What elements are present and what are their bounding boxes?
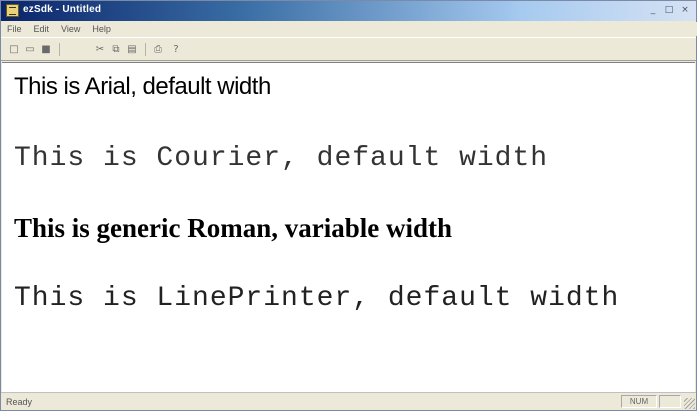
minimize-button[interactable]: _: [646, 4, 660, 17]
resize-grip-icon[interactable]: [684, 398, 695, 409]
document-canvas[interactable]: This is Arial, default width This is Cou…: [2, 62, 695, 392]
toolbar-separator: [59, 43, 60, 56]
help-icon[interactable]: ?: [169, 43, 183, 56]
window-controls: _ □ ×: [646, 4, 692, 18]
toolbar: □ ▭ ■ ✂ ⧉ ▤ ⎙ ?: [1, 37, 696, 61]
menu-help[interactable]: Help: [92, 24, 111, 34]
close-button[interactable]: ×: [678, 4, 692, 17]
status-panel-blank: [659, 395, 681, 408]
menu-bar: File Edit View Help: [1, 22, 697, 36]
status-bar: Ready NUM: [1, 392, 696, 410]
menu-edit[interactable]: Edit: [34, 24, 50, 34]
text-line-lineprinter: This is LinePrinter, default width: [14, 283, 620, 314]
menu-file[interactable]: File: [7, 24, 22, 34]
toolbar-separator: [145, 43, 146, 56]
open-folder-icon[interactable]: ▭: [23, 43, 37, 56]
new-document-icon[interactable]: □: [7, 43, 21, 56]
cut-icon[interactable]: ✂: [93, 43, 107, 56]
app-icon[interactable]: [6, 4, 19, 17]
menu-view[interactable]: View: [61, 24, 80, 34]
maximize-button[interactable]: □: [662, 4, 676, 17]
app-window: ezSdk - Untitled _ □ × File Edit View He…: [0, 0, 697, 411]
text-line-arial: This is Arial, default width: [14, 73, 271, 100]
text-line-roman: This is generic Roman, variable width: [14, 213, 453, 243]
status-panel-num: NUM: [621, 395, 657, 408]
print-icon[interactable]: ⎙: [151, 43, 165, 56]
status-text: Ready: [6, 397, 33, 407]
save-disk-icon[interactable]: ■: [39, 43, 53, 56]
paste-icon[interactable]: ▤: [125, 43, 139, 56]
window-title: ezSdk - Untitled: [23, 4, 102, 15]
copy-icon[interactable]: ⧉: [109, 43, 123, 56]
text-line-courier: This is Courier, default width: [14, 143, 549, 174]
title-bar[interactable]: ezSdk - Untitled _ □ ×: [1, 1, 696, 21]
